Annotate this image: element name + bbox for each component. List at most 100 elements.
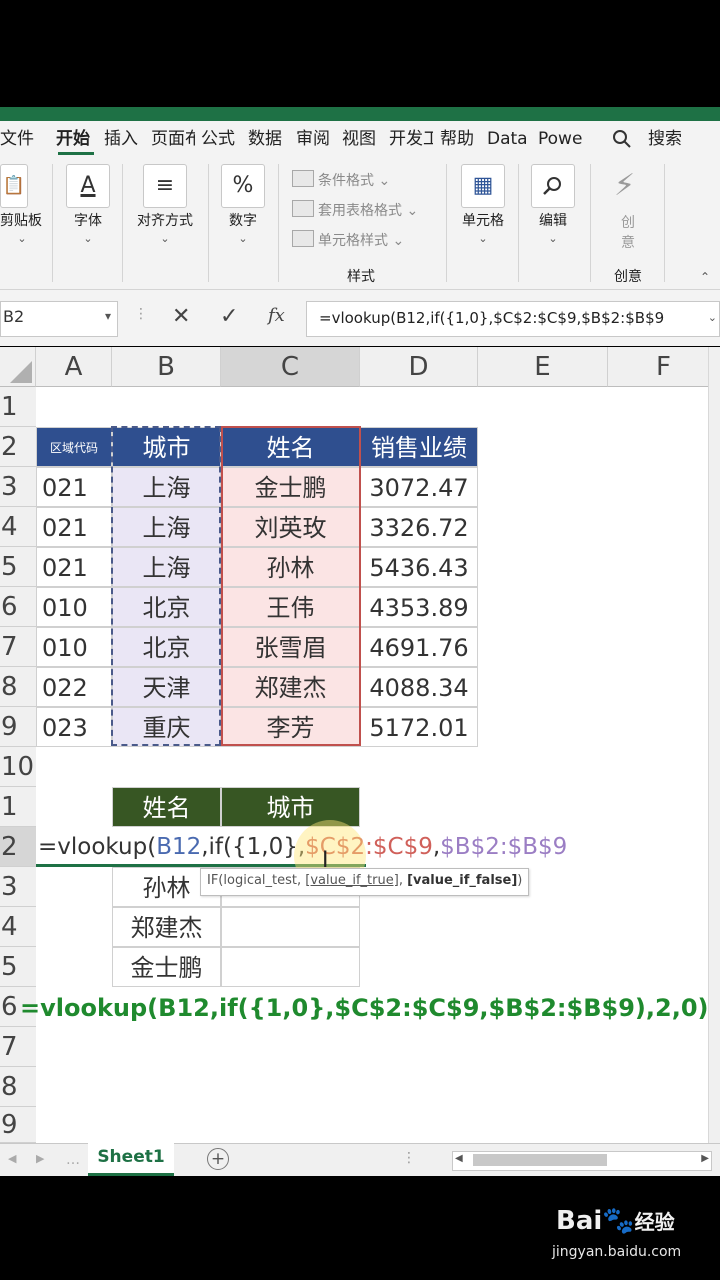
- table1-sales-cell[interactable]: 4691.76: [360, 627, 478, 667]
- number-group[interactable]: % 数字 ⌄: [214, 158, 272, 289]
- creative-group[interactable]: ⚡ 创 意 创意: [598, 158, 658, 289]
- conditional-format-button[interactable]: 条件格式 ⌄: [292, 170, 390, 190]
- search-label[interactable]: 搜索: [648, 121, 698, 158]
- editing-label: 编辑: [539, 213, 567, 229]
- table1-header-code[interactable]: 区域代码: [36, 427, 112, 467]
- search-icon[interactable]: [612, 129, 632, 149]
- baidu-watermark-url: jingyan.baidu.com: [552, 1244, 682, 1260]
- sheet-tab-bar: ◀ ▶ … Sheet1 + ⋮ ◀ ▶: [0, 1143, 720, 1177]
- tab-view[interactable]: 视图: [342, 121, 382, 158]
- table1-code-cell[interactable]: 021: [36, 547, 112, 587]
- sheet-tab-sheet1[interactable]: Sheet1: [88, 1143, 174, 1176]
- tab-data[interactable]: 数据: [248, 121, 288, 158]
- tab-review[interactable]: 审阅: [296, 121, 336, 158]
- table2-name-cell[interactable]: 金士鹏: [112, 947, 221, 987]
- row-header[interactable]: 10: [0, 747, 36, 787]
- row-header[interactable]: 5: [0, 547, 36, 587]
- tab-page-layout[interactable]: 页面布: [151, 121, 195, 158]
- column-header-d[interactable]: D: [360, 347, 478, 387]
- name-box-value: B2: [3, 307, 25, 326]
- cell-styles-button[interactable]: 单元格样式 ⌄: [292, 230, 404, 250]
- enter-icon[interactable]: ✓: [220, 304, 238, 329]
- table1-sales-cell[interactable]: 4353.89: [360, 587, 478, 627]
- column-header-c[interactable]: C: [221, 347, 360, 387]
- table1-code-cell[interactable]: 022: [36, 667, 112, 707]
- tab-formulas[interactable]: 公式: [201, 121, 241, 158]
- cell-edit-formula[interactable]: =vlookup(B12,if({1,0},$C$2:$C$9,$B$2:$B$…: [38, 827, 720, 867]
- font-group[interactable]: A 字体 ⌄: [60, 158, 116, 289]
- row-header[interactable]: 6: [0, 587, 36, 627]
- tab-power[interactable]: Powe: [538, 121, 582, 158]
- table1-header-sales[interactable]: 销售业绩: [360, 427, 478, 467]
- editing-group[interactable]: 编辑 ⌄: [524, 158, 582, 289]
- table2-name-cell[interactable]: 郑建杰: [112, 907, 221, 947]
- row-header[interactable]: 3: [0, 467, 36, 507]
- next-sheet-icon[interactable]: ▶: [36, 1152, 44, 1165]
- chevron-down-icon[interactable]: ▾: [105, 309, 111, 323]
- table1-sales-cell[interactable]: 5436.43: [360, 547, 478, 587]
- tab-help[interactable]: 帮助: [440, 121, 480, 158]
- table2-header-name[interactable]: 姓名: [112, 787, 221, 827]
- vertical-scrollbar[interactable]: [708, 347, 720, 1143]
- formula-input[interactable]: =vlookup(B12,if({1,0},$C$2:$C$9,$B$2:$B$…: [306, 301, 720, 337]
- select-all-corner[interactable]: [0, 347, 36, 387]
- cells-group[interactable]: ▦ 单元格 ⌄: [454, 158, 512, 289]
- clipboard-group[interactable]: 📋 剪贴板 ⌄: [0, 158, 44, 289]
- table1-sales-cell[interactable]: 4088.34: [360, 667, 478, 707]
- tab-developer[interactable]: 开发工: [389, 121, 433, 158]
- tab-home[interactable]: 开始: [56, 121, 96, 158]
- table2-city-cell[interactable]: [221, 907, 360, 947]
- row-header[interactable]: 2: [0, 827, 36, 867]
- column-header-f[interactable]: F: [608, 347, 720, 387]
- collapse-ribbon-icon[interactable]: ⌃: [700, 270, 710, 284]
- row-header[interactable]: 9: [0, 1107, 36, 1143]
- fx-icon[interactable]: fx: [268, 305, 285, 326]
- row-header[interactable]: 3: [0, 867, 36, 907]
- row-header[interactable]: 7: [0, 627, 36, 667]
- row-header[interactable]: 5: [0, 947, 36, 987]
- conditional-format-icon: [292, 170, 314, 187]
- row-header[interactable]: 8: [0, 1067, 36, 1107]
- table1-code-cell[interactable]: 021: [36, 467, 112, 507]
- table1-code-cell[interactable]: 010: [36, 587, 112, 627]
- ribbon-separator: [278, 164, 279, 282]
- row-header[interactable]: 9: [0, 707, 36, 747]
- table1-sales-cell[interactable]: 5172.01: [360, 707, 478, 747]
- scroll-left-icon[interactable]: ◀: [455, 1153, 463, 1164]
- prev-sheet-icon[interactable]: ◀: [8, 1152, 16, 1165]
- chevron-down-icon: ⌄: [160, 232, 170, 245]
- scrollbar-thumb[interactable]: [473, 1154, 607, 1166]
- column-header-a[interactable]: A: [36, 347, 112, 387]
- more-sheets-icon[interactable]: …: [66, 1152, 80, 1168]
- scroll-right-icon[interactable]: ▶: [701, 1153, 709, 1164]
- name-box[interactable]: B2 ▾: [0, 301, 118, 337]
- tab-file[interactable]: 文件: [0, 121, 40, 158]
- tab-data-en[interactable]: Data: [487, 121, 531, 158]
- row-header[interactable]: 4: [0, 507, 36, 547]
- row-header[interactable]: 7: [0, 1027, 36, 1067]
- tab-insert[interactable]: 插入: [104, 121, 144, 158]
- add-sheet-icon[interactable]: +: [207, 1148, 229, 1170]
- table1-code-cell[interactable]: 010: [36, 627, 112, 667]
- column-header-b[interactable]: B: [112, 347, 221, 387]
- table1-sales-cell[interactable]: 3326.72: [360, 507, 478, 547]
- column-header-e[interactable]: E: [478, 347, 608, 387]
- ribbon-separator: [208, 164, 209, 282]
- row-header[interactable]: 8: [0, 667, 36, 707]
- expand-formula-icon[interactable]: ⌄: [708, 311, 717, 324]
- row-header[interactable]: 2: [0, 427, 36, 467]
- table1-code-cell[interactable]: 023: [36, 707, 112, 747]
- align-group[interactable]: ≡ 对齐方式 ⌄: [128, 158, 202, 289]
- row-header[interactable]: 1: [0, 387, 36, 427]
- table1-sales-cell[interactable]: 3072.47: [360, 467, 478, 507]
- grip-icon: ⋮: [402, 1150, 416, 1166]
- row-header[interactable]: 4: [0, 907, 36, 947]
- table2-city-cell[interactable]: [221, 947, 360, 987]
- ribbon-tabs: 文件 开始 插入 页面布 公式 数据 审阅 视图 开发工 帮助 Data Pow…: [0, 121, 720, 158]
- format-as-table-button[interactable]: 套用表格格式 ⌄: [292, 200, 418, 220]
- cancel-icon[interactable]: ✕: [172, 304, 190, 329]
- align-label: 对齐方式: [137, 213, 193, 229]
- row-header[interactable]: 1: [0, 787, 36, 827]
- horizontal-scrollbar[interactable]: ◀ ▶: [452, 1151, 712, 1171]
- table1-code-cell[interactable]: 021: [36, 507, 112, 547]
